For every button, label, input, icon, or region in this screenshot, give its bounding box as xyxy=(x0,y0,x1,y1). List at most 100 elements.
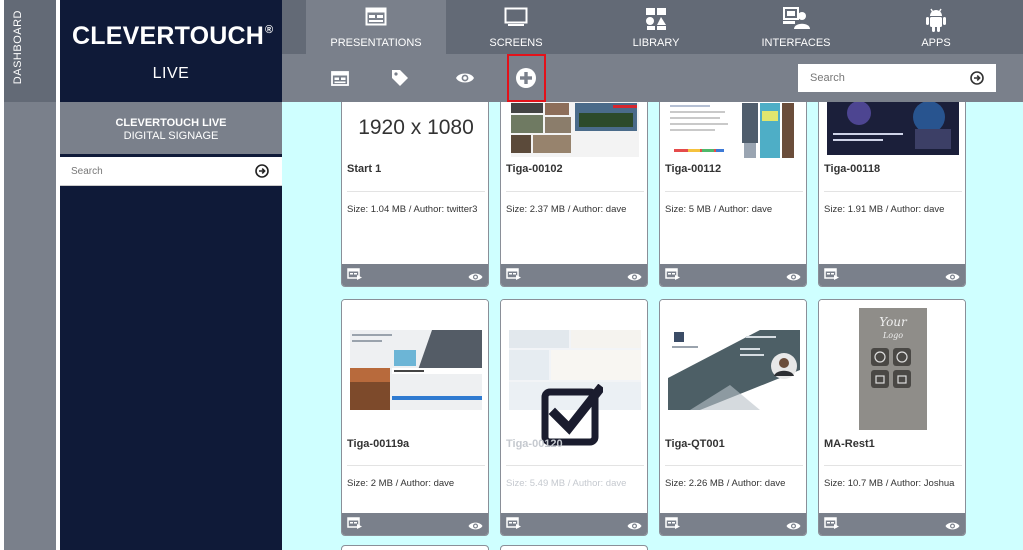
divider xyxy=(665,465,803,466)
thumbnail: HD 1920 x 1080 xyxy=(342,102,488,158)
tab-library[interactable]: LIBRARY xyxy=(586,0,726,54)
presentation-card[interactable]: Tiga-00119a Size: 2 MB / Author: dave xyxy=(341,299,489,536)
tab-apps-label: APPS xyxy=(921,37,951,49)
top-search xyxy=(798,64,996,92)
presentation-card[interactable]: Tiga-00102 Size: 2.37 MB / Author: dave xyxy=(500,102,648,287)
sidebar-subtitle: DIGITAL SIGNAGE xyxy=(123,130,219,142)
schedule-icon[interactable] xyxy=(824,268,840,286)
presentation-meta: Size: 1.91 MB / Author: dave xyxy=(824,204,945,215)
schedule-icon[interactable] xyxy=(506,268,522,286)
presentation-meta: Size: 2.26 MB / Author: dave xyxy=(665,478,786,489)
presentation-name[interactable]: Tiga-00112 xyxy=(665,163,721,175)
interfaces-icon xyxy=(782,7,810,32)
presentation-card[interactable]: Your Logo MA-Rest1 Size: 10.7 MB / Autho… xyxy=(818,299,966,536)
svg-text:Logo: Logo xyxy=(882,331,903,340)
schedule-icon[interactable] xyxy=(347,517,363,535)
arrow-circle-right-icon[interactable] xyxy=(255,164,269,183)
toolbar xyxy=(282,54,1023,102)
presentation-card-partial[interactable] xyxy=(341,545,489,550)
eye-icon[interactable] xyxy=(945,518,960,535)
thumbnail xyxy=(660,300,806,430)
card-actions xyxy=(342,513,488,535)
thumbnail-resolution: 1920 x 1080 xyxy=(358,116,474,139)
svg-text:Your: Your xyxy=(879,315,908,329)
card-actions xyxy=(819,513,965,535)
presentation-meta: Size: 1.04 MB / Author: twitter3 xyxy=(347,204,478,215)
tab-library-label: LIBRARY xyxy=(632,37,680,49)
library-icon xyxy=(645,7,667,34)
sidebar-header: CLEVERTOUCH LIVE DIGITAL SIGNAGE xyxy=(60,102,282,154)
divider xyxy=(506,191,644,192)
top-search-input[interactable] xyxy=(798,64,958,92)
eye-icon[interactable] xyxy=(627,269,642,286)
presentation-name[interactable]: Tiga-00119a xyxy=(347,438,409,450)
thumbnail: Your Logo xyxy=(819,300,965,430)
card-actions xyxy=(819,264,965,286)
top-nav: PRESENTATIONS SCREENS LIBRARY INTERFACES… xyxy=(282,0,1023,54)
brand-logo: CLEVERTOUCH® xyxy=(72,22,274,50)
divider xyxy=(824,465,962,466)
tab-presentations-label: PRESENTATIONS xyxy=(330,37,422,49)
presentation-name[interactable]: Tiga-QT001 xyxy=(665,438,725,450)
tab-apps[interactable]: APPS xyxy=(866,0,1006,54)
dashboard-label[interactable]: DASHBOARD xyxy=(12,10,24,90)
monitor-icon xyxy=(504,7,528,30)
tab-interfaces[interactable]: INTERFACES xyxy=(726,0,866,54)
check-icon xyxy=(541,383,606,446)
schedule-icon[interactable] xyxy=(665,517,681,535)
divider xyxy=(506,465,644,466)
card-actions xyxy=(501,513,647,535)
tab-interfaces-label: INTERFACES xyxy=(761,37,831,49)
presentation-card[interactable]: Tiga-00118 Size: 1.91 MB / Author: dave xyxy=(818,102,966,287)
divider xyxy=(824,191,962,192)
presentation-card[interactable]: Tiga-00112 Size: 5 MB / Author: dave xyxy=(659,102,807,287)
brand-block: CLEVERTOUCH® LIVE xyxy=(60,0,282,102)
presentation-meta: Size: 5 MB / Author: dave xyxy=(665,204,773,215)
card-actions xyxy=(501,264,647,286)
presentations-grid: HD 1920 x 1080 Start 1 Size: 1.04 MB / A… xyxy=(282,102,1023,550)
schedule-icon[interactable] xyxy=(347,268,363,286)
presentation-card-partial[interactable] xyxy=(500,545,648,550)
schedule-icon[interactable] xyxy=(665,268,681,286)
tag-icon[interactable] xyxy=(388,66,412,90)
tab-screens[interactable]: SCREENS xyxy=(446,0,586,54)
presentation-card[interactable]: Tiga-QT001 Size: 2.26 MB / Author: dave xyxy=(659,299,807,536)
schedule-icon[interactable] xyxy=(824,517,840,535)
presentation-name[interactable]: Tiga-00118 xyxy=(824,163,880,175)
tab-presentations[interactable]: PRESENTATIONS xyxy=(306,0,446,54)
android-icon xyxy=(925,7,947,36)
card-actions xyxy=(660,513,806,535)
highlight-box xyxy=(507,54,546,102)
brand-sub: LIVE xyxy=(152,65,190,82)
presentation-icon[interactable] xyxy=(328,66,352,90)
divider xyxy=(665,191,803,192)
sidebar-title: CLEVERTOUCH LIVE xyxy=(115,117,227,129)
eye-icon[interactable] xyxy=(786,518,801,535)
dashboard-strip[interactable]: DASHBOARD xyxy=(4,0,56,550)
divider xyxy=(347,465,485,466)
eye-icon[interactable] xyxy=(627,518,642,535)
arrow-circle-right-icon[interactable] xyxy=(970,71,984,90)
presentation-meta: Size: 10.7 MB / Author: Joshua xyxy=(824,478,955,489)
presentation-name[interactable]: MA-Rest1 xyxy=(824,438,875,450)
eye-icon[interactable] xyxy=(786,269,801,286)
presentation-name[interactable]: Start 1 xyxy=(347,163,381,175)
divider xyxy=(347,191,485,192)
eye-icon[interactable] xyxy=(945,269,960,286)
sidebar: CLEVERTOUCH LIVE DIGITAL SIGNAGE xyxy=(60,102,282,550)
eye-icon[interactable] xyxy=(453,66,477,90)
schedule-icon[interactable] xyxy=(506,517,522,535)
presentation-meta: Size: 2 MB / Author: dave xyxy=(347,478,455,489)
presentation-card-selected[interactable]: Tiga-00120 Size: 5.49 MB / Author: dave xyxy=(500,299,648,536)
sidebar-search xyxy=(60,157,282,186)
eye-icon[interactable] xyxy=(468,269,483,286)
tab-screens-label: SCREENS xyxy=(489,37,543,49)
card-actions xyxy=(660,264,806,286)
sidebar-search-input[interactable] xyxy=(60,157,240,186)
thumbnail xyxy=(342,300,488,430)
presentation-name[interactable]: Tiga-00102 xyxy=(506,163,563,175)
eye-icon[interactable] xyxy=(468,518,483,535)
presentation-name[interactable]: Tiga-00120 xyxy=(506,438,563,450)
presentation-meta: Size: 2.37 MB / Author: dave xyxy=(506,204,627,215)
presentation-card[interactable]: HD 1920 x 1080 Start 1 Size: 1.04 MB / A… xyxy=(341,102,489,287)
